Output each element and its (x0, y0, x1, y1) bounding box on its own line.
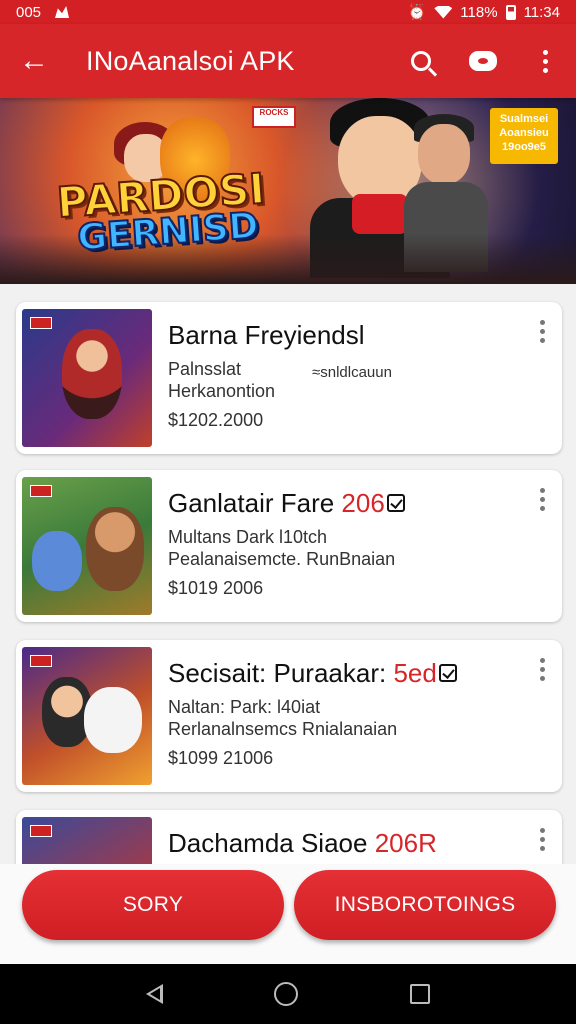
promo-banner[interactable]: PARDOSI GERNISD ROCKS Sualmsei Aoansieu … (0, 98, 576, 284)
item-more-button[interactable] (532, 658, 552, 688)
app-subtitle: Naltan: Park: l40iat Rerlanalnsemcs Rnia… (168, 697, 398, 739)
app-thumbnail (22, 647, 152, 785)
app-thumbnail (22, 817, 152, 864)
app-note: ≈snldlcauun (312, 364, 392, 381)
search-button[interactable] (390, 24, 452, 98)
arrow-back-icon: ← (19, 44, 49, 77)
status-right: ⏰ 118% 11:34 (407, 3, 560, 22)
status-time: 11:34 (523, 3, 560, 21)
app-title: Secisait: Puraakar: 5ed (168, 658, 457, 689)
item-more-button[interactable] (532, 320, 552, 350)
thumb-badge (30, 485, 52, 497)
verified-icon (386, 494, 405, 513)
banner-badge: Sualmsei Aoansieu 19oo9e5 (490, 108, 558, 164)
more-vert-icon (542, 49, 548, 73)
app-thumbnail (22, 477, 152, 615)
app-list: Barna Freyiendsl Palnsslat Herkanontion … (0, 284, 576, 864)
alarm-icon: ⏰ (407, 4, 427, 21)
banner-tag: ROCKS (252, 106, 296, 128)
thumb-character (32, 531, 82, 591)
battery-icon (505, 4, 516, 20)
list-item[interactable]: Dachamda Siaoe 206R (16, 810, 562, 864)
app-title: Barna Freyiendsl (168, 320, 365, 350)
app-thumbnail (22, 309, 152, 447)
battery-percent: 118% (460, 3, 498, 21)
status-left-text: 005 (16, 3, 42, 21)
back-button[interactable]: ← (0, 24, 68, 98)
wifi-icon (434, 5, 453, 19)
nav-home-icon[interactable] (274, 982, 299, 1006)
more-options-button[interactable] (514, 24, 576, 98)
insborotoings-button[interactable]: INSBOROTOINGS (294, 870, 556, 940)
nav-recents-icon[interactable] (410, 984, 431, 1004)
app-price: $1019 2006 (168, 578, 264, 598)
chat-icon (469, 51, 497, 71)
thumb-character (62, 329, 122, 419)
list-item[interactable]: Ganlatair Fare 206 Multans Dark l10tch P… (16, 470, 562, 622)
list-item[interactable]: Secisait: Puraakar: 5ed Naltan: Park: l4… (16, 640, 562, 792)
thumb-character (86, 507, 144, 591)
search-icon (411, 51, 431, 71)
chat-button[interactable] (452, 24, 514, 98)
banner-logo: PARDOSI GERNISD (54, 163, 267, 260)
item-more-button[interactable] (532, 828, 552, 858)
sory-button[interactable]: SORY (22, 870, 284, 940)
status-bar: 005 ⏰ 118% 11:34 (0, 0, 576, 24)
app-price: $1099 21006 (168, 748, 274, 768)
status-left: 005 (16, 3, 70, 21)
app-subtitle: Palnsslat Herkanontion (168, 359, 276, 401)
notification-icon (55, 6, 70, 18)
verified-icon (438, 664, 457, 683)
thumb-badge (30, 317, 52, 329)
app-bar: ← INoAanalsoi APK (0, 24, 576, 98)
app-title: Ganlatair Fare 206 (168, 488, 405, 519)
nav-back-icon[interactable] (145, 984, 163, 1004)
thumb-badge (30, 825, 52, 837)
thumb-character (84, 687, 142, 753)
app-subtitle: Multans Dark l10tch Pealanaisemcte. RunB… (168, 527, 396, 569)
thumb-badge (30, 655, 52, 667)
app-price: $1202.2000 (168, 410, 264, 430)
app-title: INoAanalsoi APK (86, 45, 295, 76)
system-nav-bar (0, 964, 576, 1024)
item-more-button[interactable] (532, 488, 552, 518)
app-title: Dachamda Siaoe 206R (168, 828, 437, 858)
list-item[interactable]: Barna Freyiendsl Palnsslat Herkanontion … (16, 302, 562, 454)
bottom-action-bar: SORY INSBOROTOINGS (0, 864, 576, 964)
